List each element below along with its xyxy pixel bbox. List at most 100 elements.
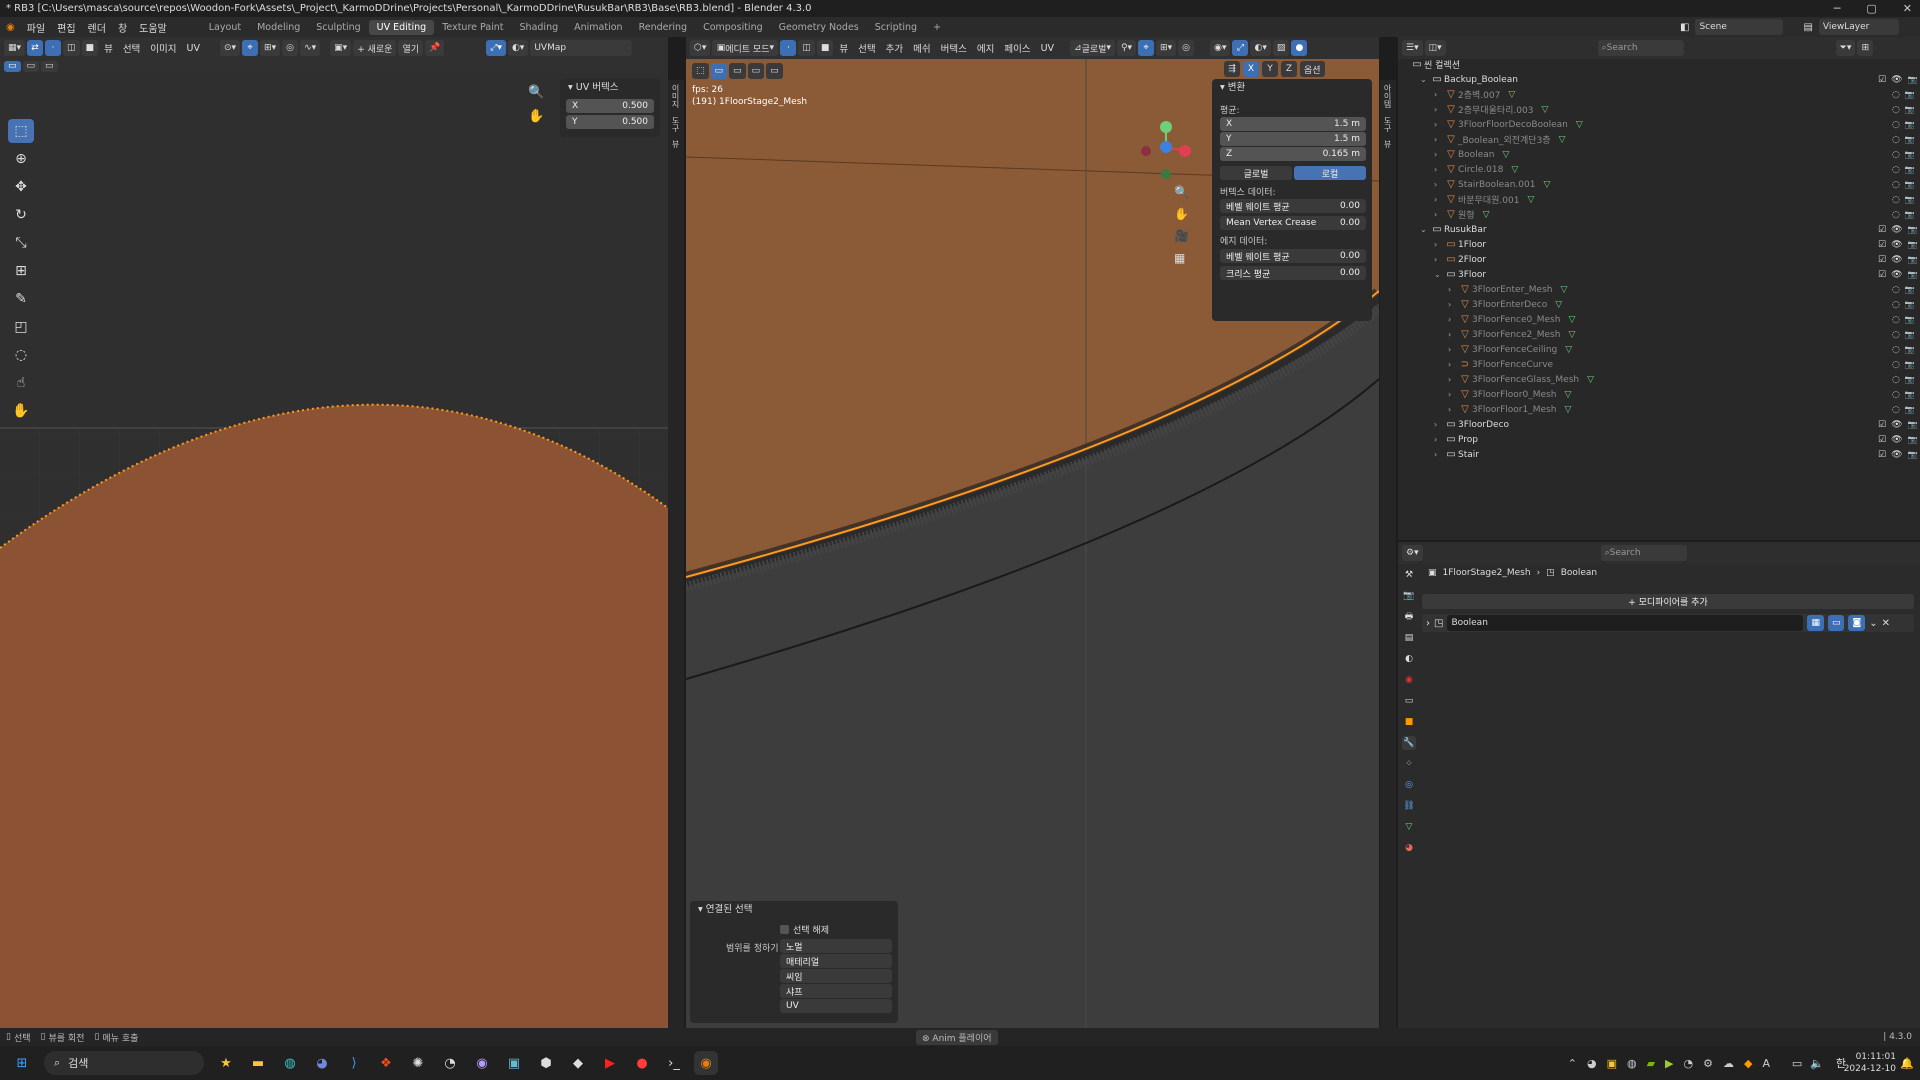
viewport-editor-type-icon[interactable]: ⬡▾: [690, 40, 711, 56]
uv-menu-select[interactable]: 선택: [119, 41, 144, 55]
mesh-data-icon[interactable]: ▽: [1564, 390, 1571, 400]
camera-view-icon[interactable]: 🎥: [1174, 229, 1189, 243]
eye-icon[interactable]: 👁: [1891, 450, 1902, 460]
outliner-row[interactable]: ⌄ ▭ RusukBar: [1420, 222, 1487, 237]
tab-compositing[interactable]: Compositing: [695, 20, 771, 35]
object-tab-icon[interactable]: ■: [1402, 715, 1416, 729]
expand-chevron-icon[interactable]: ›: [1448, 300, 1458, 309]
tab-rendering[interactable]: Rendering: [631, 20, 696, 35]
gizmo-y-axis[interactable]: [1160, 121, 1172, 133]
expand-chevron-icon[interactable]: ›: [1448, 360, 1458, 369]
transform-orientation-selector[interactable]: ⊿ 글로벌 ▾: [1070, 40, 1115, 56]
sync-selection-icon[interactable]: ⇄: [27, 40, 44, 56]
vp-zoom-icon[interactable]: 🔍: [1174, 185, 1189, 199]
camera-render-icon[interactable]: 📷: [1905, 330, 1915, 339]
camera-render-icon[interactable]: 📷: [1908, 420, 1918, 429]
snap-toggle-icon[interactable]: ⌖: [1138, 40, 1155, 56]
exclude-checkbox[interactable]: ☑: [1878, 270, 1886, 280]
mesh-data-icon[interactable]: ▽: [1568, 330, 1575, 340]
expand-chevron-icon[interactable]: ›: [1434, 165, 1444, 174]
terminal-icon[interactable]: ›_: [662, 1051, 686, 1075]
eye-icon[interactable]: ◌: [1892, 120, 1900, 130]
outliner-editor-type-icon[interactable]: ☰▾: [1402, 40, 1423, 56]
scene-tab-icon[interactable]: ◐: [1402, 652, 1416, 666]
tray-app-icon[interactable]: ▣: [1607, 1057, 1617, 1070]
eye-icon[interactable]: ◌: [1892, 360, 1900, 370]
exclude-checkbox[interactable]: ☑: [1878, 420, 1886, 430]
tray-settings-icon[interactable]: ⚙: [1703, 1057, 1713, 1070]
eye-icon[interactable]: 👁: [1891, 270, 1902, 280]
uv-gizmo-icon[interactable]: ⤢▾: [486, 40, 506, 56]
open-image-button[interactable]: 열기: [398, 40, 424, 56]
expand-chevron-icon[interactable]: ›: [1434, 105, 1444, 114]
vp-tool-icon[interactable]: ⬚: [692, 63, 709, 79]
expand-chevron-icon[interactable]: ›: [1434, 135, 1444, 144]
add-workspace-button[interactable]: +: [925, 20, 949, 35]
mode-selector[interactable]: ▣ 에디트 모드 ▾: [712, 40, 779, 56]
viewlayer-selector[interactable]: ViewLayer: [1818, 19, 1899, 35]
eye-icon[interactable]: 👁: [1891, 420, 1902, 430]
tray-nvidia-icon[interactable]: ▰: [1647, 1057, 1655, 1070]
windows-start-icon[interactable]: ⊞: [10, 1051, 34, 1075]
collection-tab-icon[interactable]: ▭: [1402, 694, 1416, 708]
overlay-toggle-icon[interactable]: ◐▾: [1250, 40, 1271, 56]
outliner-row[interactable]: › ▽ 2층무대울타리.003 ▽: [1434, 102, 1548, 117]
tab-animation[interactable]: Animation: [566, 20, 630, 35]
expand-chevron-icon[interactable]: ›: [1434, 195, 1444, 204]
exclude-checkbox[interactable]: ☑: [1878, 450, 1886, 460]
filter-icon[interactable]: ⏷▾: [1835, 40, 1856, 56]
eye-icon[interactable]: 👁: [1891, 240, 1902, 250]
snap-target-icon[interactable]: ⊞▾: [260, 40, 281, 56]
eye-icon[interactable]: ◌: [1892, 300, 1900, 310]
mesh-data-icon[interactable]: ▽: [1543, 180, 1550, 190]
scale-tool-icon[interactable]: ⤡: [8, 231, 34, 255]
outliner-row[interactable]: › ▽ 원형 ▽: [1434, 207, 1489, 222]
material-tab-icon[interactable]: ◕: [1402, 841, 1416, 855]
tab-texture-paint[interactable]: Texture Paint: [434, 20, 511, 35]
camera-render-icon[interactable]: 📷: [1905, 150, 1915, 159]
modifier-dropdown-icon[interactable]: ⌄: [1869, 618, 1877, 629]
tray-play-icon[interactable]: ▶: [1665, 1057, 1673, 1070]
data-tab-icon[interactable]: ▽: [1402, 820, 1416, 834]
delimit-material[interactable]: 매테리얼: [780, 954, 892, 968]
grab-tool-icon[interactable]: ◌: [8, 343, 34, 367]
vertex-crease-field[interactable]: Mean Vertex Crease 0.00: [1220, 216, 1366, 230]
menu-help[interactable]: 도움말: [133, 20, 173, 35]
uv-island[interactable]: [0, 404, 668, 1028]
zoom-icon[interactable]: 🔍: [528, 85, 544, 100]
edge-crease-field[interactable]: 크리스 평균 0.00: [1220, 266, 1366, 280]
gizmo-x-axis[interactable]: [1179, 145, 1191, 157]
uv-editor-area[interactable]: ▦▾ ⇄ · ◫ ■ 뷰 선택 이미지 UV ⊙▾ ⌖ ⊞▾ ◎ ∿▾ ▣▾ +…: [0, 37, 668, 1028]
maximize-button[interactable]: ▢: [1866, 0, 1876, 17]
auto-merge-icon[interactable]: ⇶: [1224, 61, 1240, 77]
linked-panel-title[interactable]: ▾ 연결된 선택: [690, 901, 898, 919]
expand-chevron-icon[interactable]: ›: [1426, 618, 1430, 629]
eye-icon[interactable]: ◌: [1892, 150, 1900, 160]
tray-steam-icon[interactable]: ◔: [1684, 1057, 1694, 1070]
uv-canvas[interactable]: [0, 73, 668, 1028]
uv-menu-uv[interactable]: UV: [183, 43, 204, 54]
pivot-point-icon[interactable]: ⚲▾: [1116, 40, 1137, 56]
gizmo-neg-x[interactable]: [1141, 146, 1151, 156]
outliner-row[interactable]: › ▭ 1Floor: [1434, 237, 1486, 252]
mesh-data-icon[interactable]: ▽: [1564, 405, 1571, 415]
camera-render-icon[interactable]: 📷: [1905, 180, 1915, 189]
new-image-button[interactable]: + 새로운: [353, 40, 397, 56]
pivot-icon[interactable]: ⊙▾: [219, 40, 241, 56]
outliner-row[interactable]: › ▽ 3FloorFloor0_Mesh ▽: [1448, 387, 1571, 402]
local-toggle[interactable]: 로컬: [1294, 166, 1366, 180]
display-icon[interactable]: ▭: [1792, 1057, 1802, 1070]
uv-menu-image[interactable]: 이미지: [146, 41, 180, 55]
tool-tab-icon[interactable]: ⚒: [1402, 568, 1416, 582]
expand-chevron-icon[interactable]: ›: [1434, 240, 1444, 249]
vp-tab-tool[interactable]: 도구: [1380, 112, 1395, 136]
mesh-data-icon[interactable]: ▽: [1576, 120, 1583, 130]
star-app-icon[interactable]: ★: [214, 1051, 238, 1075]
mesh-data-icon[interactable]: ▽: [1511, 165, 1518, 175]
vp-select-new-icon[interactable]: ▭: [710, 63, 728, 79]
rotate-tool-icon[interactable]: ↻: [8, 203, 34, 227]
outliner-row[interactable]: › ▭ 3FloorDeco: [1434, 417, 1509, 432]
gizmo-toggle-icon[interactable]: ⤢: [1232, 40, 1249, 56]
camera-render-icon[interactable]: 📷: [1908, 270, 1918, 279]
vp-tab-view[interactable]: 뷰: [1380, 136, 1395, 152]
